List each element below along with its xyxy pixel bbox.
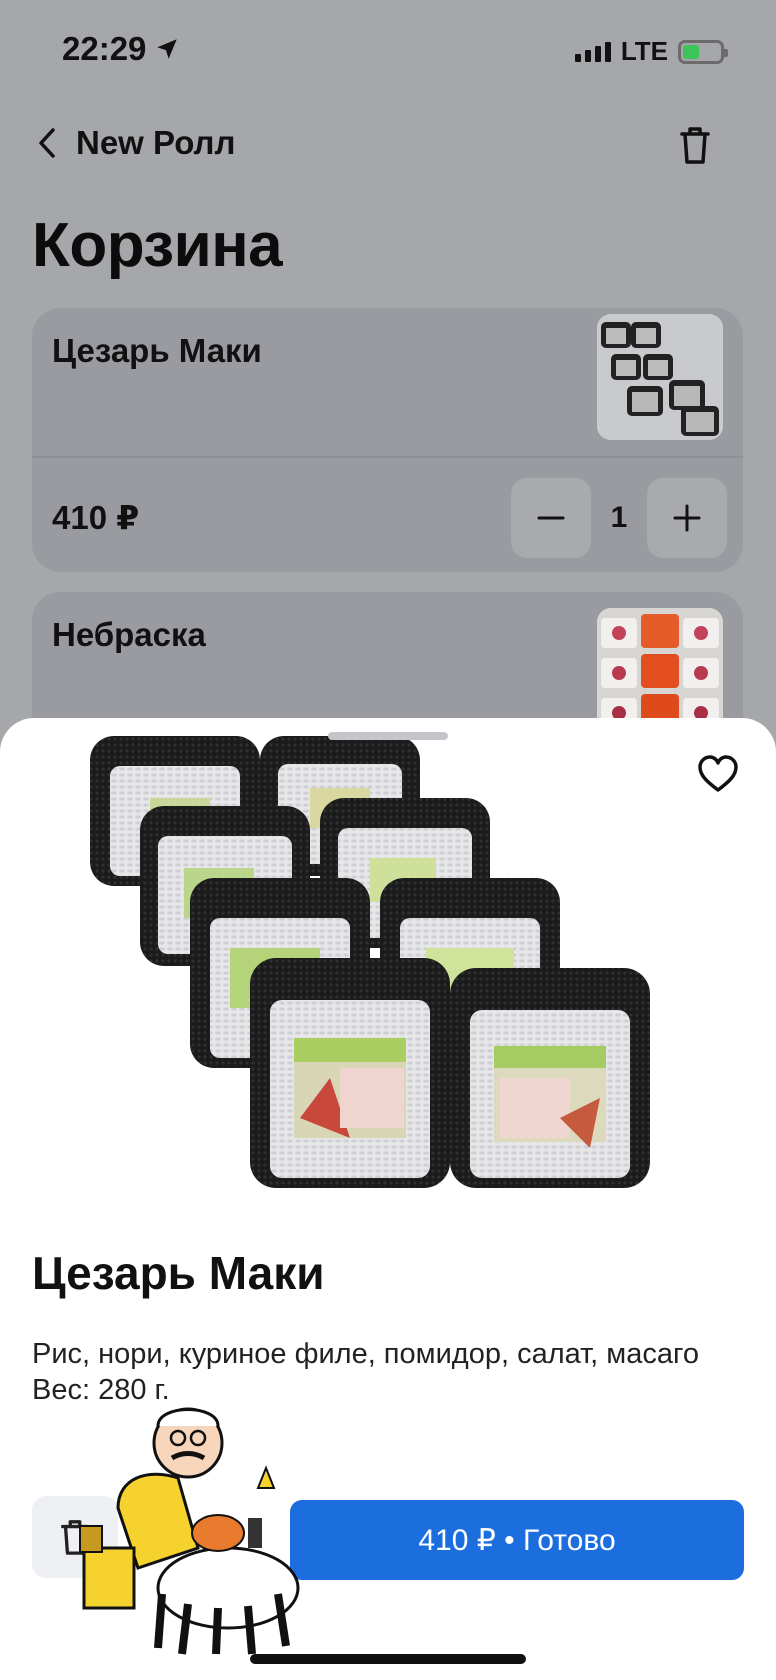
battery-icon — [678, 39, 728, 64]
plus-icon — [673, 504, 701, 532]
product-title: Цезарь Маки — [32, 1247, 325, 1299]
back-label: New Ролл — [76, 124, 236, 161]
trash-icon — [680, 127, 710, 164]
increase-button[interactable] — [647, 478, 727, 558]
heart-icon — [698, 755, 738, 792]
status-time-text: 22:29 — [62, 30, 147, 67]
home-indicator[interactable] — [250, 1654, 526, 1664]
location-arrow-icon — [157, 39, 178, 59]
checkout-button[interactable]: 410 ₽ • Готово — [290, 1500, 744, 1580]
network-label: LTE — [620, 36, 668, 66]
cart-item-image[interactable] — [597, 608, 723, 734]
product-sheet: Цезарь Маки Рис, нори, куриное филе, пом… — [0, 718, 776, 1680]
quantity-stepper: 1 — [511, 478, 727, 558]
cart-item-name: Небраска — [52, 616, 206, 653]
back-button[interactable]: New Ролл — [36, 124, 235, 162]
card-divider — [32, 456, 743, 458]
minus-icon — [537, 516, 565, 520]
status-indicators: LTE — [574, 36, 728, 67]
product-ingredients: Рис, нори, куриное филе, помидор, салат,… — [32, 1338, 700, 1370]
decrease-button[interactable] — [511, 478, 591, 558]
cart-item-image[interactable] — [597, 314, 723, 440]
status-time: 22:29 — [62, 30, 180, 68]
cart-item: Цезарь Маки 410 ₽ 1 — [32, 308, 743, 572]
page-title: Корзина — [32, 211, 283, 280]
sheet-handle[interactable] — [328, 732, 448, 740]
chevron-left-icon — [39, 128, 55, 158]
product-image — [90, 736, 650, 1188]
clear-cart-button[interactable] — [676, 124, 714, 171]
signal-icon — [574, 41, 611, 62]
chef-mascot-image — [79, 1407, 300, 1655]
quantity-value: 1 — [610, 501, 628, 534]
cart-item-price: 410 ₽ — [52, 499, 140, 536]
favorite-button[interactable] — [696, 754, 740, 799]
cart-item-name: Цезарь Маки — [52, 332, 262, 369]
